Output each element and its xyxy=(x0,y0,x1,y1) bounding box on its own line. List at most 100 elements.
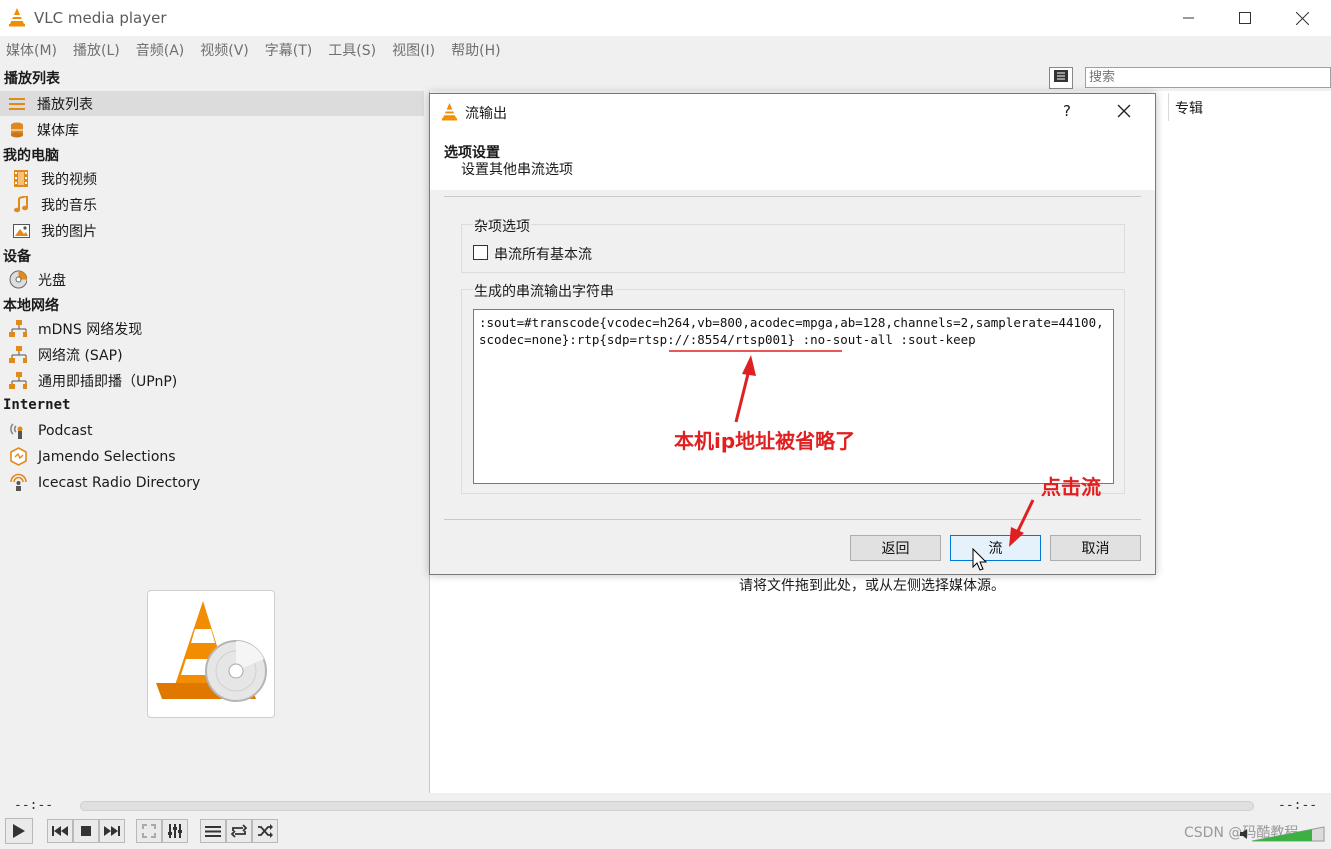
network-icon xyxy=(9,345,27,364)
sidebar-item-label: 网络流 (SAP) xyxy=(38,347,123,364)
toggle-playlist-button[interactable] xyxy=(200,819,226,843)
drop-hint: 请将文件拖到此处，或从左侧选择媒体源。 xyxy=(739,578,1005,594)
disc-icon xyxy=(9,270,27,289)
playlist-header: 播放列表 xyxy=(4,71,60,87)
dialog-close-button[interactable] xyxy=(1113,100,1135,126)
sidebar-group-local-network: 本地网络 xyxy=(3,298,59,314)
stream-all-es-label[interactable]: 串流所有基本流 xyxy=(494,244,592,264)
sidebar-item-label: 光盘 xyxy=(38,272,66,289)
sidebar-item-my-pictures[interactable]: 我的图片 xyxy=(0,218,424,243)
sidebar-group-internet: Internet xyxy=(3,397,71,413)
loop-button[interactable] xyxy=(226,819,252,843)
sidebar-item-label: Icecast Radio Directory xyxy=(38,474,201,491)
column-separator xyxy=(1168,93,1169,121)
minimize-button[interactable] xyxy=(1160,0,1218,36)
play-button[interactable] xyxy=(5,818,33,844)
maximize-button[interactable] xyxy=(1216,0,1274,36)
sidebar-item-disc[interactable]: 光盘 xyxy=(0,267,424,292)
fullscreen-button[interactable] xyxy=(136,819,162,843)
ip-omitted-note: 本机ip地址被省略了 xyxy=(674,429,856,453)
divider xyxy=(444,196,1141,197)
sidebar-item-icecast[interactable]: Icecast Radio Directory xyxy=(0,470,424,495)
elapsed-time: --:-- xyxy=(14,798,54,813)
menu-subtitle[interactable]: 字幕(T) xyxy=(265,40,312,60)
menu-playback[interactable]: 播放(L) xyxy=(73,40,120,60)
menu-media[interactable]: 媒体(M) xyxy=(6,40,57,60)
sidebar-item-media-library[interactable]: 媒体库 xyxy=(0,117,424,142)
sidebar-item-sap[interactable]: 网络流 (SAP) xyxy=(0,342,424,367)
media-library-icon xyxy=(8,121,26,139)
sidebar-item-label: 我的音乐 xyxy=(41,197,97,214)
sidebar-item-label: mDNS 网络发现 xyxy=(38,321,143,338)
sout-string-textbox[interactable]: :sout=#transcode{vcodec=h264,vb=800,acod… xyxy=(473,309,1114,484)
shuffle-button[interactable] xyxy=(252,819,278,843)
dialog-title-bar: 流输出 ? xyxy=(430,94,1155,130)
menu-view[interactable]: 视图(I) xyxy=(392,40,435,60)
sidebar-item-upnp[interactable]: 通用即插即播（UPnP) xyxy=(0,368,424,393)
close-icon xyxy=(1117,104,1131,118)
next-icon xyxy=(104,826,120,836)
playlist-icon xyxy=(8,95,26,113)
volume-slider[interactable] xyxy=(1240,826,1326,842)
sidebar-item-label: 通用即插即播（UPnP) xyxy=(38,373,178,390)
column-header-album[interactable]: 专辑 xyxy=(1175,98,1203,118)
stream-button[interactable]: 流 xyxy=(950,535,1041,561)
sidebar-item-jamendo[interactable]: Jamendo Selections xyxy=(0,444,424,469)
sidebar-item-label: Jamendo Selections xyxy=(38,448,176,465)
vlc-cone-icon xyxy=(441,102,458,125)
dialog-subheading: 设置其他串流选项 xyxy=(461,162,573,178)
playlist-icon xyxy=(205,825,221,837)
playlist-search-input[interactable] xyxy=(1085,67,1331,88)
sidebar-group-my-computer: 我的电脑 xyxy=(3,148,59,164)
play-icon xyxy=(13,824,25,838)
total-time: --:-- xyxy=(1278,798,1318,813)
stop-button[interactable] xyxy=(73,819,99,843)
sidebar-group-devices: 设备 xyxy=(3,249,31,265)
picture-icon xyxy=(12,222,30,240)
sidebar-item-label: Podcast xyxy=(38,422,93,439)
menu-audio[interactable]: 音频(A) xyxy=(136,40,185,60)
next-button[interactable] xyxy=(99,819,125,843)
sidebar-item-label: 我的视频 xyxy=(41,171,97,188)
stream-all-es-checkbox[interactable] xyxy=(473,245,488,260)
dialog-help-button[interactable]: ? xyxy=(1063,102,1071,120)
playlist-view-button[interactable] xyxy=(1049,67,1073,89)
film-icon xyxy=(12,170,30,188)
sidebar-item-playlist[interactable]: 播放列表 xyxy=(0,91,424,116)
vlc-cone-disc-icon xyxy=(156,601,267,702)
list-view-icon xyxy=(1054,70,1068,86)
menu-bar: 媒体(M) 播放(L) 音频(A) 视频(V) 字幕(T) 工具(S) 视图(I… xyxy=(0,36,1331,64)
sidebar-item-podcast[interactable]: Podcast xyxy=(0,418,424,443)
extended-settings-button[interactable] xyxy=(162,819,188,843)
sidebar-item-label: 播放列表 xyxy=(37,96,93,113)
title-bar: VLC media player xyxy=(0,0,1331,36)
volume-icon xyxy=(1240,826,1325,842)
menu-help[interactable]: 帮助(H) xyxy=(451,40,500,60)
previous-button[interactable] xyxy=(47,819,73,843)
divider xyxy=(444,519,1141,520)
vlc-cone-icon xyxy=(8,7,26,31)
shuffle-icon xyxy=(258,824,273,838)
dialog-title: 流输出 xyxy=(465,106,507,122)
menu-tools[interactable]: 工具(S) xyxy=(328,40,376,60)
stream-output-dialog: 流输出 ? 选项设置 设置其他串流选项 杂项选项 串流所有基本流 生成的串流输出… xyxy=(429,93,1156,575)
menu-video[interactable]: 视频(V) xyxy=(200,40,249,60)
seek-slider[interactable] xyxy=(80,801,1254,811)
previous-icon xyxy=(52,826,68,836)
cancel-button[interactable]: 取消 xyxy=(1050,535,1141,561)
sidebar-item-my-music[interactable]: 我的音乐 xyxy=(0,192,424,217)
dialog-header: 选项设置 设置其他串流选项 xyxy=(430,130,1155,190)
sidebar-item-label: 我的图片 xyxy=(41,223,97,240)
stop-icon xyxy=(81,826,91,836)
window-title: VLC media player xyxy=(34,9,167,27)
fullscreen-icon xyxy=(142,824,156,838)
music-note-icon xyxy=(12,196,30,214)
network-icon xyxy=(9,371,27,390)
back-button[interactable]: 返回 xyxy=(850,535,941,561)
sidebar-item-my-videos[interactable]: 我的视频 xyxy=(0,166,424,191)
loop-icon xyxy=(231,824,247,838)
close-window-button[interactable] xyxy=(1273,0,1331,36)
sidebar-item-mdns[interactable]: mDNS 网络发现 xyxy=(0,316,424,341)
output-string-legend: 生成的串流输出字符串 xyxy=(473,281,615,301)
click-stream-note: 点击流 xyxy=(1041,475,1101,499)
